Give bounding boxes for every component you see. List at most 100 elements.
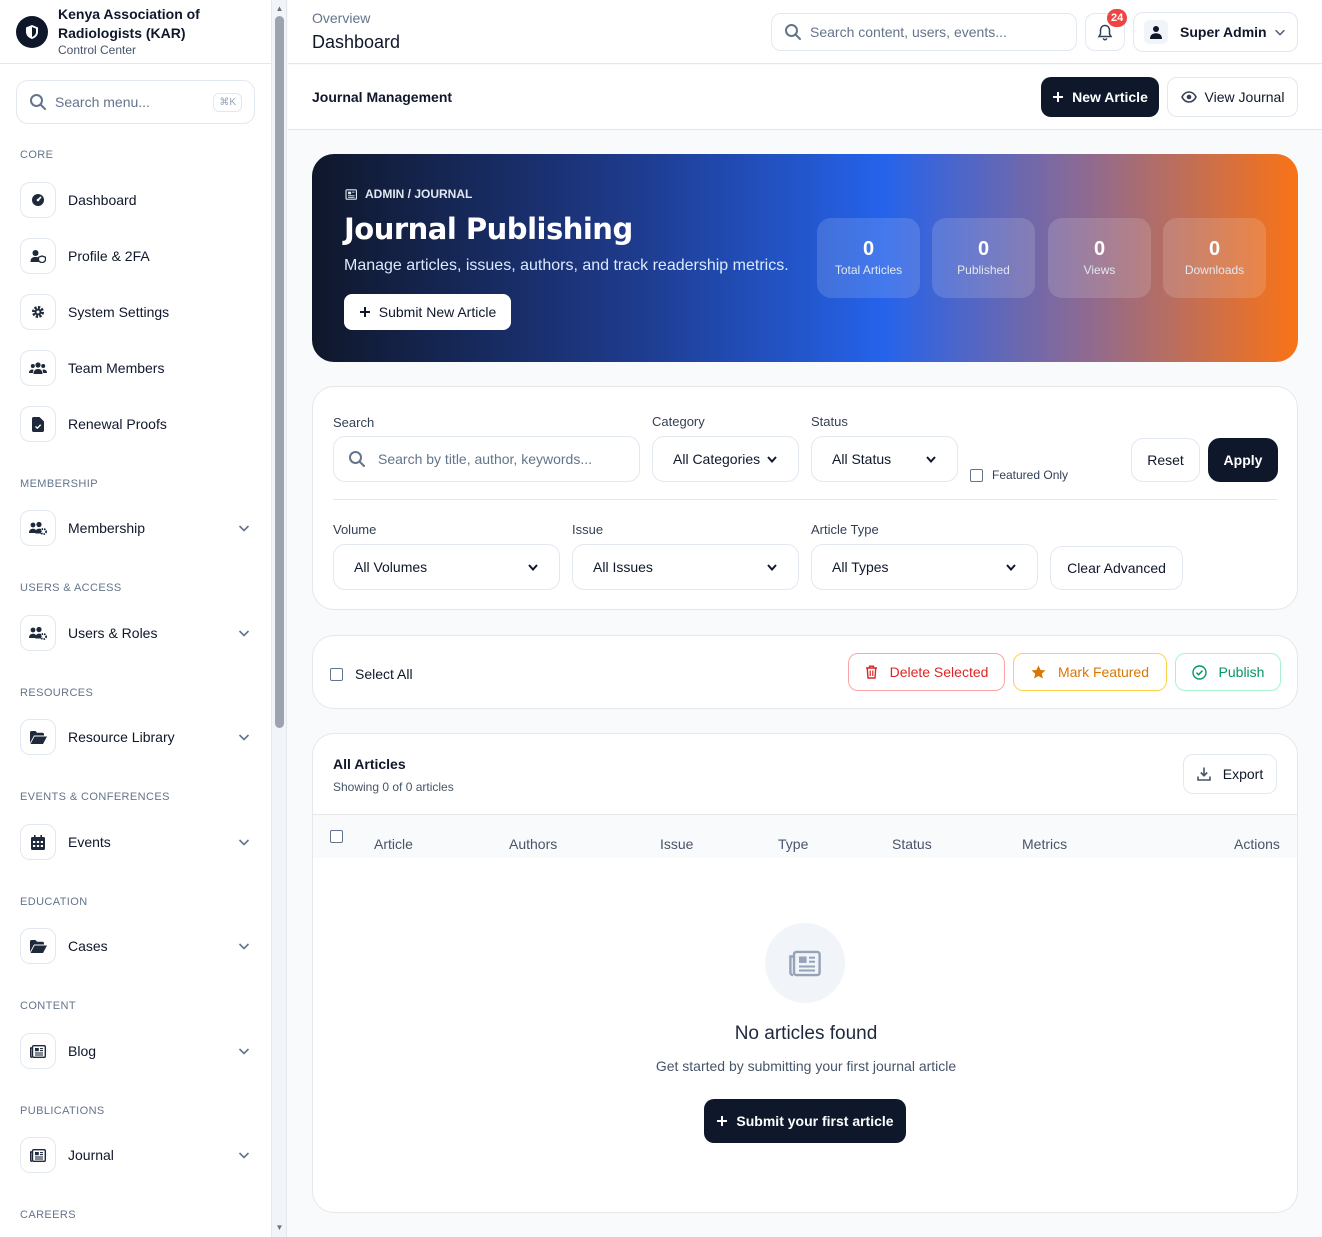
- volume-filter-label: Volume: [333, 522, 377, 537]
- sidebar-item-users-roles[interactable]: Users & Roles: [20, 615, 256, 651]
- empty-state-newspaper-icon: [765, 923, 845, 1003]
- sidebar-item-dashboard[interactable]: Dashboard: [20, 182, 256, 218]
- sidebar-item-cases[interactable]: Cases: [20, 928, 256, 964]
- scroll-down-arrow[interactable]: ▼: [275, 1223, 284, 1232]
- column-header-type[interactable]: Type: [778, 836, 808, 852]
- chevron-down-icon: [767, 564, 777, 572]
- gear-icon: [20, 294, 56, 330]
- sidebar-item-label: Team Members: [68, 360, 165, 376]
- shield-logo-icon: [16, 15, 48, 48]
- hero-description: Manage articles, issues, authors, and tr…: [344, 257, 789, 274]
- category-select[interactable]: All Categories: [652, 436, 799, 482]
- section-header: Journal Management New Article View Jour…: [288, 65, 1322, 130]
- chevron-down-icon: [238, 1152, 250, 1159]
- user-menu-button[interactable]: Super Admin: [1133, 12, 1298, 52]
- delete-selected-label: Delete Selected: [889, 664, 989, 680]
- chevron-down-icon: [767, 456, 777, 464]
- article-search-input[interactable]: Search by title, author, keywords...: [333, 436, 640, 482]
- search-icon: [785, 24, 801, 40]
- star-icon: [1031, 665, 1046, 679]
- sidebar-item-team-members[interactable]: Team Members: [20, 350, 256, 386]
- select-all-rows-checkbox[interactable]: [330, 830, 343, 843]
- plus-icon: [359, 307, 370, 317]
- column-header-metrics[interactable]: Metrics: [1022, 836, 1067, 852]
- bell-icon: [1097, 24, 1113, 41]
- sidebar-item-journal[interactable]: Journal: [20, 1137, 256, 1173]
- org-name-line2: Radiologists (KAR): [58, 25, 186, 41]
- chevron-down-icon: [1275, 29, 1285, 36]
- category-select-value: All Categories: [673, 451, 761, 467]
- chevron-down-icon: [528, 564, 538, 572]
- brand[interactable]: Kenya Association of Radiologists (KAR) …: [0, 0, 271, 64]
- scroll-up-arrow[interactable]: ▲: [275, 4, 284, 13]
- submit-new-article-label: Submit New Article: [378, 304, 497, 320]
- featured-only-checkbox[interactable]: [970, 468, 983, 482]
- global-search-placeholder: Search content, users, events...: [810, 24, 1007, 40]
- status-filter-label: Status: [811, 414, 848, 429]
- issue-filter-label: Issue: [572, 522, 604, 537]
- sidebar-item-label: Resource Library: [68, 729, 175, 745]
- stat-views: 0 Views: [1048, 218, 1151, 298]
- sidebar-scrollbar-thumb[interactable]: [275, 16, 284, 728]
- column-header-issue[interactable]: Issue: [660, 836, 693, 852]
- volume-select[interactable]: All Volumes: [333, 544, 560, 590]
- stat-label: Published: [957, 263, 1010, 277]
- featured-only-toggle[interactable]: Featured Only: [970, 468, 1068, 482]
- column-header-status[interactable]: Status: [892, 836, 932, 852]
- sidebar-search-input[interactable]: Search menu... ⌘K: [16, 80, 255, 124]
- submit-new-article-button[interactable]: Submit New Article: [344, 294, 511, 330]
- filters-card: Search Search by title, author, keywords…: [312, 386, 1298, 610]
- hero-eyebrow-text: ADMIN / JOURNAL: [365, 187, 473, 201]
- newspaper-icon: [345, 188, 357, 200]
- sidebar-item-profile[interactable]: Profile & 2FA: [20, 238, 256, 274]
- section-title-publications: PUBLICATIONS: [20, 1105, 105, 1117]
- chevron-down-icon: [238, 839, 250, 846]
- reset-button[interactable]: Reset: [1131, 438, 1200, 482]
- submit-first-article-button[interactable]: Submit your first article: [704, 1099, 906, 1143]
- sidebar-item-label: Dashboard: [68, 192, 137, 208]
- issue-select[interactable]: All Issues: [572, 544, 799, 590]
- empty-state-title: No articles found: [734, 1023, 878, 1044]
- chevron-down-icon: [238, 630, 250, 637]
- global-search-input[interactable]: Search content, users, events...: [771, 13, 1077, 51]
- gauge-icon: [20, 182, 56, 218]
- section-title-core: CORE: [20, 149, 54, 161]
- sidebar-item-events[interactable]: Events: [20, 824, 256, 860]
- export-button[interactable]: Export: [1183, 754, 1277, 794]
- column-header-article[interactable]: Article: [374, 836, 413, 852]
- new-article-button[interactable]: New Article: [1041, 77, 1159, 117]
- mark-featured-label: Mark Featured: [1057, 664, 1150, 680]
- view-journal-label: View Journal: [1204, 89, 1285, 105]
- sidebar-item-membership[interactable]: Membership: [20, 510, 256, 546]
- publish-button[interactable]: Publish: [1175, 653, 1281, 691]
- avatar: [1144, 20, 1168, 44]
- apply-button[interactable]: Apply: [1208, 438, 1278, 482]
- sidebar-search-placeholder: Search menu...: [55, 94, 150, 110]
- download-icon: [1196, 767, 1211, 781]
- chevron-down-icon: [238, 943, 250, 950]
- sidebar-item-label: System Settings: [68, 304, 170, 320]
- chevron-down-icon: [926, 456, 936, 464]
- sidebar-item-label: Cases: [68, 938, 108, 954]
- article-search-placeholder: Search by title, author, keywords...: [378, 451, 592, 467]
- sidebar-item-renewal-proofs[interactable]: Renewal Proofs: [20, 406, 256, 442]
- clear-advanced-button[interactable]: Clear Advanced: [1050, 546, 1183, 590]
- sidebar-item-blog[interactable]: Blog: [20, 1033, 256, 1069]
- sidebar-item-resource-library[interactable]: Resource Library: [20, 719, 256, 755]
- select-all-toggle[interactable]: Select All: [330, 666, 413, 682]
- breadcrumb[interactable]: Overview: [312, 10, 370, 26]
- status-select[interactable]: All Status: [811, 436, 958, 482]
- folder-open-icon: [20, 719, 56, 755]
- sidebar-item-label: Journal: [68, 1147, 114, 1163]
- delete-selected-button[interactable]: Delete Selected: [848, 653, 1005, 691]
- eye-icon: [1180, 91, 1197, 103]
- new-article-label: New Article: [1072, 89, 1148, 105]
- select-all-checkbox[interactable]: [330, 667, 343, 681]
- stat-value: 0: [1093, 238, 1106, 260]
- sidebar-item-system-settings[interactable]: System Settings: [20, 294, 256, 330]
- article-type-select[interactable]: All Types: [811, 544, 1038, 590]
- view-journal-button[interactable]: View Journal: [1167, 77, 1298, 117]
- export-label: Export: [1222, 766, 1264, 782]
- column-header-authors[interactable]: Authors: [509, 836, 557, 852]
- mark-featured-button[interactable]: Mark Featured: [1013, 653, 1167, 691]
